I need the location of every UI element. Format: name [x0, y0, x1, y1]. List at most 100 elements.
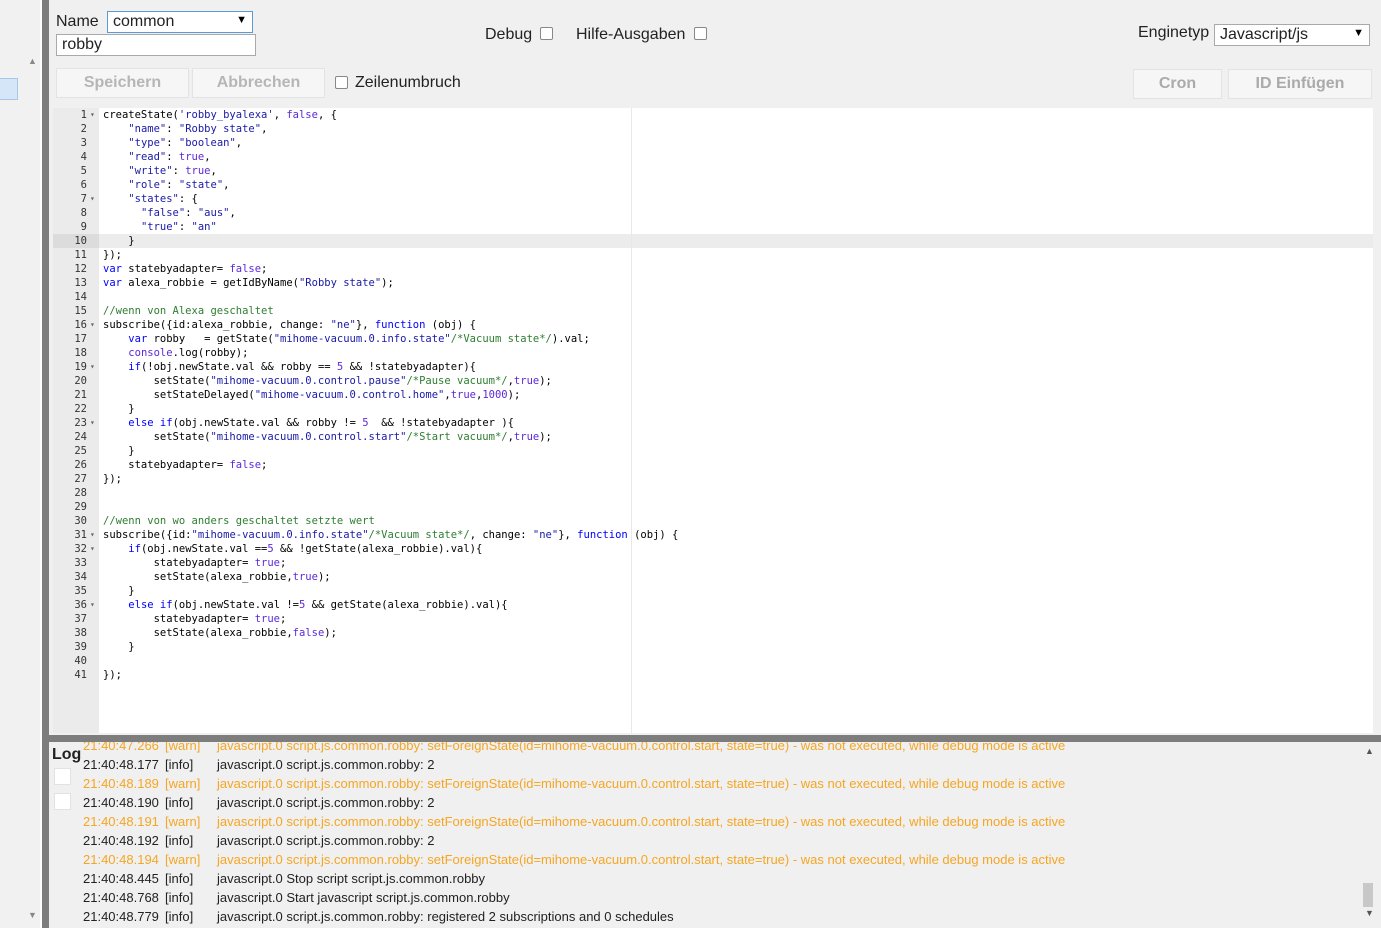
code-line[interactable]: 35 }	[53, 584, 1373, 598]
log-time: 21:40:48.190	[83, 795, 159, 810]
code-line[interactable]: 3 "type": "boolean",	[53, 136, 1373, 150]
code-line[interactable]: 41});	[53, 668, 1373, 682]
code-line[interactable]: 39 }	[53, 640, 1373, 654]
code-line[interactable]: 30 //wenn von wo anders geschaltet setzte…	[53, 514, 1373, 528]
log-message: javascript.0 script.js.common.robby: reg…	[217, 909, 674, 924]
log-filter-box[interactable]	[54, 768, 71, 785]
code-line[interactable]: 17 var robby = getState("mihome-vacuum.0…	[53, 332, 1373, 346]
code-line[interactable]: 4 "read": true,	[53, 150, 1373, 164]
line-number: 6	[80, 179, 87, 191]
code-line[interactable]: 34 setState(alexa_robbie,true);	[53, 570, 1373, 584]
code-line[interactable]: 27});	[53, 472, 1373, 486]
fold-arrow-icon[interactable]: ▾	[90, 192, 95, 206]
folder-select[interactable]: common ▼	[107, 11, 253, 33]
code-line[interactable]: 6 "role": "state",	[53, 178, 1373, 192]
cancel-button[interactable]: Abbrechen	[192, 68, 325, 98]
log-level: [info]	[165, 871, 194, 886]
log-level: [info]	[165, 909, 194, 924]
code-text: setState(alexa_robbie,false);	[103, 627, 337, 639]
code-line[interactable]: 21 setStateDelayed("mihome-vacuum.0.cont…	[53, 388, 1373, 402]
engine-type-value: Javascript/js	[1220, 26, 1309, 43]
cron-button[interactable]: Cron	[1133, 69, 1222, 99]
log-level: [warn]	[165, 742, 201, 753]
horizontal-splitter[interactable]	[49, 735, 1381, 742]
code-line[interactable]: 23 ▾ else if(obj.newState.val && robby !=…	[53, 416, 1373, 430]
code-line[interactable]: 20 setState("mihome-vacuum.0.control.pau…	[53, 374, 1373, 388]
fold-arrow-icon[interactable]: ▾	[90, 528, 95, 542]
code-line[interactable]: 14	[53, 290, 1373, 304]
scroll-up-icon[interactable]: ▲	[1365, 746, 1374, 756]
code-line[interactable]: 26 statebyadapter= false;	[53, 458, 1373, 472]
chevron-down-icon: ▼	[236, 14, 247, 26]
code-line[interactable]: 29	[53, 500, 1373, 514]
code-line[interactable]: 24 setState("mihome-vacuum.0.control.sta…	[53, 430, 1373, 444]
code-line[interactable]: 12 var statebyadapter= false;	[53, 262, 1373, 276]
code-text: setState("mihome-vacuum.0.control.start"…	[103, 431, 552, 443]
code-line[interactable]: 8 "false": "aus",	[53, 206, 1373, 220]
code-text: "states": {	[128, 193, 198, 205]
code-text: "write": true,	[128, 165, 217, 177]
log-clear-box[interactable]	[54, 793, 71, 810]
left-panel-selected-tab[interactable]	[0, 78, 18, 100]
code-line[interactable]: 10 }	[53, 234, 1373, 248]
engine-type-select[interactable]: Javascript/js ▼	[1214, 24, 1370, 46]
scroll-down-icon[interactable]: ▼	[1365, 908, 1374, 918]
fold-arrow-icon[interactable]: ▾	[90, 598, 95, 612]
debug-label: Debug	[485, 26, 533, 43]
code-line[interactable]: 9 "true": "an"	[53, 220, 1373, 234]
debug-checkbox[interactable]	[540, 27, 553, 40]
line-number: 19	[74, 361, 87, 373]
help-output-checkbox[interactable]	[694, 27, 707, 40]
log-scroll-thumb[interactable]	[1363, 883, 1373, 907]
line-number: 14	[74, 291, 87, 303]
script-name-input[interactable]: robby	[56, 34, 256, 56]
code-line[interactable]: 11});	[53, 248, 1373, 262]
code-line[interactable]: 15 //wenn von Alexa geschaltet	[53, 304, 1373, 318]
code-line[interactable]: 36 ▾ else if(obj.newState.val !=5 && getS…	[53, 598, 1373, 612]
fold-arrow-icon[interactable]: ▾	[90, 108, 95, 122]
code-line[interactable]: 7 ▾ "states": {	[53, 192, 1373, 206]
log-message: javascript.0 script.js.common.robby: set…	[217, 742, 1066, 753]
left-scroll-down-icon[interactable]: ▼	[28, 910, 37, 920]
code-text: else if(obj.newState.val !=5 && getState…	[128, 599, 508, 611]
code-line[interactable]: 28	[53, 486, 1373, 500]
code-line[interactable]: 16 ▾ subscribe({id:alexa_robbie, change: "…	[53, 318, 1373, 332]
log-level: [warn]	[165, 814, 201, 829]
code-line[interactable]: 22 }	[53, 402, 1373, 416]
script-name-value: robby	[62, 36, 103, 53]
code-line[interactable]: 19 ▾ if(!obj.newState.val && robby == 5 &…	[53, 360, 1373, 374]
log-message: javascript.0 script.js.common.robby: set…	[217, 776, 1066, 791]
code-line[interactable]: 31 ▾ subscribe({id:"mihome-vacuum.0.info.s…	[53, 528, 1373, 542]
fold-arrow-icon[interactable]: ▾	[90, 360, 95, 374]
code-editor[interactable]: 1 ▾ createState('robby_byalexa', false, {2…	[53, 108, 1373, 733]
chevron-down-icon: ▼	[1353, 27, 1364, 39]
line-number: 40	[74, 655, 87, 667]
left-scroll-up-icon[interactable]: ▲	[28, 56, 37, 66]
code-line[interactable]: 32 ▾ if(obj.newState.val ==5 && !getState…	[53, 542, 1373, 556]
line-number: 38	[74, 627, 87, 639]
save-button[interactable]: Speichern	[56, 68, 189, 98]
code-line[interactable]: 25 }	[53, 444, 1373, 458]
line-number: 17	[74, 333, 87, 345]
code-line[interactable]: 13 var alexa_robbie = getIdByName("Robby …	[53, 276, 1373, 290]
vertical-splitter[interactable]	[42, 0, 49, 928]
line-number: 29	[74, 501, 87, 513]
code-line[interactable]: 37 statebyadapter= true;	[53, 612, 1373, 626]
fold-arrow-icon[interactable]: ▾	[90, 318, 95, 332]
fold-arrow-icon[interactable]: ▾	[90, 416, 95, 430]
code-text: "read": true,	[128, 151, 211, 163]
code-text: }	[103, 235, 135, 247]
fold-arrow-icon[interactable]: ▾	[90, 542, 95, 556]
word-wrap-checkbox[interactable]	[335, 76, 348, 89]
log-scrollbar[interactable]: ▲ ▼	[1361, 742, 1381, 928]
code-line[interactable]: 1 ▾ createState('robby_byalexa', false, {	[53, 108, 1373, 122]
code-text: }	[103, 445, 135, 457]
code-line[interactable]: 2 "name": "Robby state",	[53, 122, 1373, 136]
code-line[interactable]: 33 statebyadapter= true;	[53, 556, 1373, 570]
code-line[interactable]: 38 setState(alexa_robbie,false);	[53, 626, 1373, 640]
code-line[interactable]: 5 "write": true,	[53, 164, 1373, 178]
insert-id-button[interactable]: ID Einfügen	[1228, 69, 1372, 99]
code-line[interactable]: 40	[53, 654, 1373, 668]
code-line[interactable]: 18 console.log(robby);	[53, 346, 1373, 360]
line-number: 16	[74, 319, 87, 331]
